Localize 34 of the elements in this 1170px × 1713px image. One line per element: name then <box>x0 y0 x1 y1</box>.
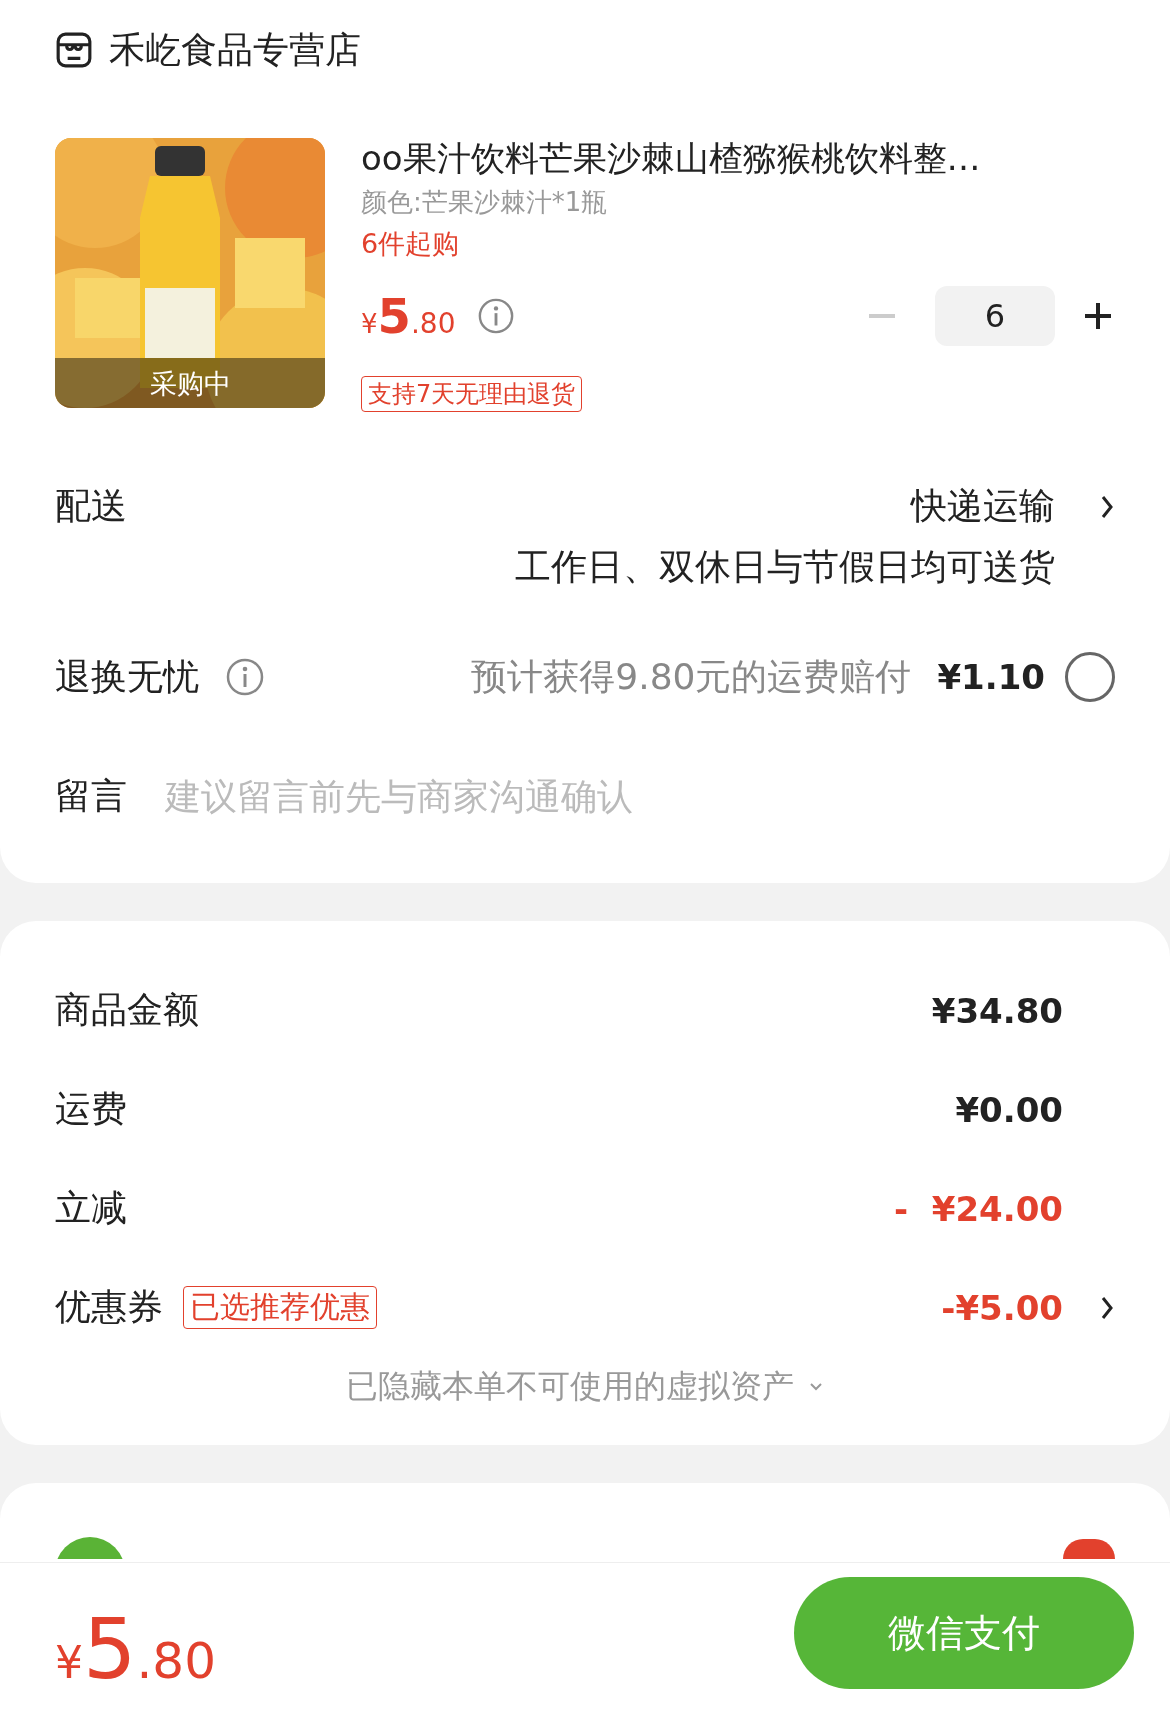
return-insurance-label: 退换无忧 <box>55 654 199 699</box>
return-policy-tag: 支持7天无理由退货 <box>361 376 583 412</box>
summary-label: 运费 <box>55 1087 127 1131</box>
min-order: 6件起购 <box>361 227 461 261</box>
price-currency: ¥ <box>55 1637 83 1688</box>
store-name[interactable]: 禾屹食品专营店 <box>109 25 361 75</box>
price-decimal: .80 <box>410 307 456 340</box>
summary-value: ¥34.80 <box>931 990 1063 1031</box>
summary-label: 立减 <box>55 1186 127 1230</box>
chevron-down-icon[interactable] <box>808 1382 824 1392</box>
summary-label: 优惠券 <box>55 1285 163 1329</box>
summary-value: - ¥24.00 <box>894 1188 1063 1229</box>
product-title[interactable]: oo果汁饮料芒果沙棘山楂猕猴桃饮料整… <box>361 136 1115 180</box>
image-label: 采购中 <box>148 367 232 401</box>
message-label: 留言 <box>55 774 127 818</box>
insurance-description: 预计获得9.80元的运费赔付 <box>471 654 912 699</box>
info-icon[interactable] <box>477 297 516 335</box>
quantity-field[interactable]: 6 <box>935 286 1055 346</box>
summary-label: 商品金额 <box>55 988 199 1032</box>
info-icon[interactable] <box>225 657 265 697</box>
price-currency: ¥ <box>361 309 378 339</box>
coupon-tag: 已选推荐优惠 <box>183 1286 377 1329</box>
price-integer: 5 <box>377 288 411 344</box>
radio-button[interactable] <box>1063 1539 1115 1559</box>
summary-value: -¥5.00 <box>941 1287 1063 1328</box>
delivery-label: 配送 <box>55 484 127 528</box>
insurance-price: ¥1.10 <box>937 657 1045 697</box>
radio-button[interactable] <box>1065 652 1115 702</box>
price-decimal: .80 <box>136 1632 216 1690</box>
delivery-method[interactable]: 快递运输 <box>911 482 1055 531</box>
store-icon <box>55 31 93 69</box>
summary-value: ¥0.00 <box>955 1089 1063 1130</box>
delivery-note: 工作日、双休日与节假日均可送货 <box>515 545 1055 589</box>
price-integer: 5 <box>83 1600 137 1698</box>
